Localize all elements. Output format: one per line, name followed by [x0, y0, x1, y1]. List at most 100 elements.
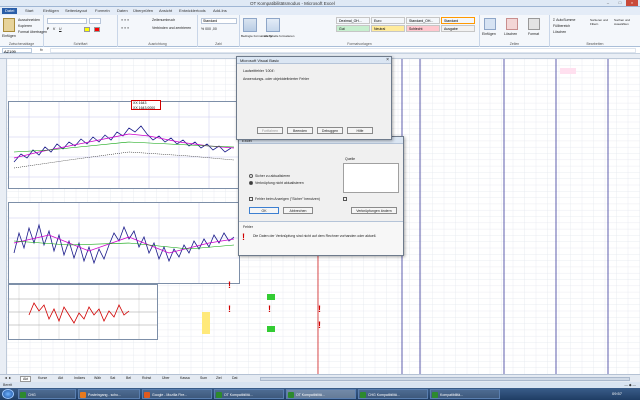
sheet-tab[interactable]: Sum — [198, 376, 209, 380]
fill-button[interactable]: Füllbereich — [553, 24, 570, 28]
style-cell-bad[interactable]: Schlecht — [406, 25, 440, 32]
taskbar-item[interactable]: Posteingang - scho... — [78, 389, 140, 399]
horizontal-scrollbar[interactable] — [260, 377, 630, 381]
fill-color-icon[interactable] — [84, 27, 90, 32]
style-cell[interactable]: Standard — [441, 17, 475, 24]
tab-view[interactable]: Ansicht — [156, 8, 175, 13]
delete-cells-icon[interactable] — [506, 18, 518, 30]
taskbar-item[interactable]: OT Kompatibilitä... — [214, 389, 284, 399]
ok-button[interactable]: OK — [249, 207, 279, 214]
tab-review[interactable]: Überprüfen — [130, 8, 156, 13]
tab-developer[interactable]: Entwicklertools — [176, 8, 209, 13]
cancel-button[interactable]: Abbrechen — [283, 207, 313, 214]
font-select[interactable] — [47, 18, 87, 24]
insert-cells-icon[interactable] — [484, 18, 496, 30]
merge-center-button[interactable]: Verbinden und zentrieren — [152, 26, 191, 30]
group-label: Bearbeiten — [586, 42, 604, 46]
style-cell[interactable]: Euro — [371, 17, 405, 24]
sheet-tab[interactable]: Akt — [56, 376, 65, 380]
style-cell[interactable]: Dezimal_OH... — [336, 17, 370, 24]
link-source-label: Quelle — [345, 157, 356, 161]
sheet-tab[interactable]: Ziel — [214, 376, 224, 380]
minimize-icon[interactable]: – — [602, 0, 614, 6]
style-cell-neutral[interactable]: Neutral — [371, 25, 405, 32]
style-cell-output[interactable]: Ausgabe — [441, 25, 475, 32]
taskbar-item[interactable]: Google - Mozilla Fire... — [142, 389, 212, 399]
taskbar-item[interactable]: CHG Kompatibilitä... — [358, 389, 428, 399]
link-update-dialog[interactable]: Excel Quelle Sicher zu aktualisieren Ver… — [238, 136, 404, 256]
sort-filter-button[interactable]: Sortieren und Filtern — [590, 18, 614, 26]
insert-cells-button[interactable]: Einfügen — [482, 32, 496, 36]
align-top-icon[interactable]: ≡ ≡ ≡ — [121, 18, 129, 22]
align-left-icon[interactable]: ≡ ≡ ≡ — [121, 26, 129, 30]
format-painter-button[interactable]: Format übertragen — [18, 30, 47, 34]
tab-formulas[interactable]: Formeln — [92, 8, 113, 13]
copy-button[interactable]: Kopieren — [18, 24, 32, 28]
autosum-button[interactable]: Σ AutoSumme — [553, 18, 575, 22]
sheet-tab[interactable]: Kassa — [178, 376, 192, 380]
find-select-button[interactable]: Suchen und Auswählen — [614, 18, 638, 26]
bold-button[interactable]: F — [47, 27, 49, 31]
sheet-tab[interactable]: Indizes — [72, 376, 87, 380]
sheet-tab[interactable]: Sat — [108, 376, 117, 380]
sheet-tab[interactable]: Bel — [124, 376, 133, 380]
vba-error-dialog[interactable]: Microsoft Visual Basic × Laufzeitfehler … — [236, 56, 392, 140]
format-as-table-icon[interactable] — [266, 18, 280, 32]
close-icon[interactable]: × — [626, 0, 638, 6]
help-button[interactable]: Hilfe — [347, 127, 373, 134]
radio-no-update[interactable] — [249, 181, 253, 185]
checkbox-safe[interactable] — [249, 197, 253, 201]
radio-update[interactable] — [249, 174, 253, 178]
sheet-tab[interactable]: Dat — [230, 376, 239, 380]
formula-input[interactable] — [50, 48, 636, 53]
sheet-nav-icon[interactable]: ◄ ► — [2, 376, 14, 380]
tab-file[interactable]: Datei — [2, 8, 18, 14]
tab-insert[interactable]: Einfügen — [40, 8, 62, 13]
sheet-tab[interactable]: Über — [160, 376, 172, 380]
tab-addins[interactable]: Add-Ins — [210, 8, 230, 13]
sheet-tab[interactable]: Rohst — [140, 376, 153, 380]
conditional-format-icon[interactable] — [243, 18, 257, 32]
paste-icon[interactable] — [3, 18, 15, 32]
checkbox-2[interactable] — [343, 197, 347, 201]
fx-icon[interactable]: fx — [40, 48, 43, 52]
status-text: Bereit — [3, 383, 13, 387]
clear-button[interactable]: Löschen — [553, 30, 566, 34]
sheet-tab[interactable]: Kurse — [36, 376, 49, 380]
tab-page-layout[interactable]: Seitenlayout — [62, 8, 90, 13]
vba-close-icon[interactable]: × — [386, 57, 389, 63]
group-alignment: ≡ ≡ ≡ ≡ ≡ ≡ Zeilenumbruch Verbinden und … — [118, 15, 198, 47]
style-cell-good[interactable]: Gut — [336, 25, 370, 32]
taskbar-item[interactable]: OT Kompatibilitä... — [286, 389, 356, 399]
italic-button[interactable]: K — [53, 27, 55, 31]
error-panel: Fehler ! Die Daten der Verknüpfung sind … — [239, 221, 403, 255]
underline-button[interactable]: U — [59, 27, 62, 31]
font-color-icon[interactable] — [94, 27, 100, 32]
edit-links-button[interactable]: Verknüpfungen ändern — [351, 207, 397, 214]
worksheet-grid[interactable]: XX 1643 XX 1643,0000 ! ! ! ! ! Excel Que… — [0, 54, 640, 374]
link-source-list[interactable] — [343, 163, 399, 193]
tab-data[interactable]: Daten — [114, 8, 131, 13]
debug-button[interactable]: Debuggen — [317, 127, 343, 134]
taskbar-item[interactable]: CHG — [18, 389, 76, 399]
delete-cells-button[interactable]: Löschen — [504, 32, 517, 36]
percent-icon[interactable]: % 000 ,00 — [201, 27, 217, 31]
title-bar: OT Kompatibilitätsmodus - Microsoft Exce… — [0, 0, 640, 7]
paste-button[interactable]: Einfügen — [2, 34, 16, 38]
style-cell[interactable]: Standard_OH... — [406, 17, 440, 24]
sheet-tab[interactable]: Wäh — [92, 376, 103, 380]
continue-button[interactable]: Fortfahren — [257, 127, 283, 134]
font-size-select[interactable] — [89, 18, 101, 24]
tab-start[interactable]: Start — [22, 8, 36, 13]
taskbar-item[interactable]: Kompatibilitä... — [430, 389, 500, 399]
maximize-icon[interactable]: □ — [614, 0, 626, 6]
start-button[interactable] — [2, 389, 14, 399]
format-cells-icon[interactable] — [528, 18, 540, 30]
number-format-select[interactable]: Standard — [201, 18, 237, 24]
cut-button[interactable]: Ausschneiden — [18, 18, 40, 22]
end-button[interactable]: Beenden — [287, 127, 313, 134]
name-box[interactable]: AZ199 — [2, 48, 32, 54]
format-as-table-button[interactable]: Als Tabelle formatieren — [264, 34, 294, 38]
format-cells-button[interactable]: Format — [528, 32, 539, 36]
wrap-text-button[interactable]: Zeilenumbruch — [152, 18, 175, 22]
